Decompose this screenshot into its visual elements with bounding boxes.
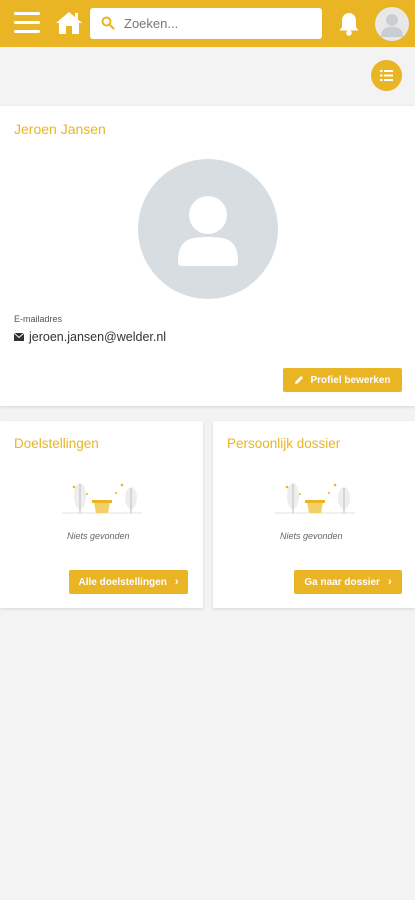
search-bar[interactable] (90, 8, 322, 39)
empty-state-illustration-icon (62, 483, 142, 514)
all-goals-label: Alle doelstellingen (78, 576, 167, 588)
go-to-dossier-label: Ga naar dossier (304, 576, 380, 588)
edit-profile-button[interactable]: Profiel bewerken (283, 368, 402, 392)
email-label: E-mailadres (14, 314, 63, 324)
goals-empty-text: Niets gevonden (67, 531, 130, 541)
email-row: jeroen.jansen@welder.nl (14, 330, 166, 344)
chevron-right-icon: › (174, 576, 179, 588)
search-icon (101, 16, 115, 30)
dossier-empty-text: Niets gevonden (280, 531, 343, 541)
notification-bell-icon[interactable] (337, 11, 361, 37)
pencil-icon (295, 376, 304, 384)
page-toolbar (0, 47, 415, 105)
user-avatar-icon[interactable] (375, 7, 409, 41)
goals-title: Doelstellingen (14, 436, 99, 451)
chevron-right-icon: › (387, 576, 392, 588)
search-input[interactable] (124, 8, 314, 39)
all-goals-button[interactable]: Alle doelstellingen › (69, 570, 188, 594)
hamburger-menu-icon[interactable] (14, 12, 40, 34)
empty-state-illustration-icon (275, 483, 355, 514)
envelope-icon (14, 333, 24, 341)
list-view-icon[interactable] (371, 60, 402, 91)
edit-profile-label: Profiel bewerken (310, 374, 391, 386)
email-value: jeroen.jansen@welder.nl (29, 330, 167, 344)
go-to-dossier-button[interactable]: Ga naar dossier › (294, 570, 402, 594)
home-icon[interactable] (55, 10, 83, 36)
dossier-title: Persoonlijk dossier (227, 436, 341, 451)
profile-avatar-icon (138, 159, 278, 299)
profile-name: Jeroen Jansen (14, 121, 106, 137)
